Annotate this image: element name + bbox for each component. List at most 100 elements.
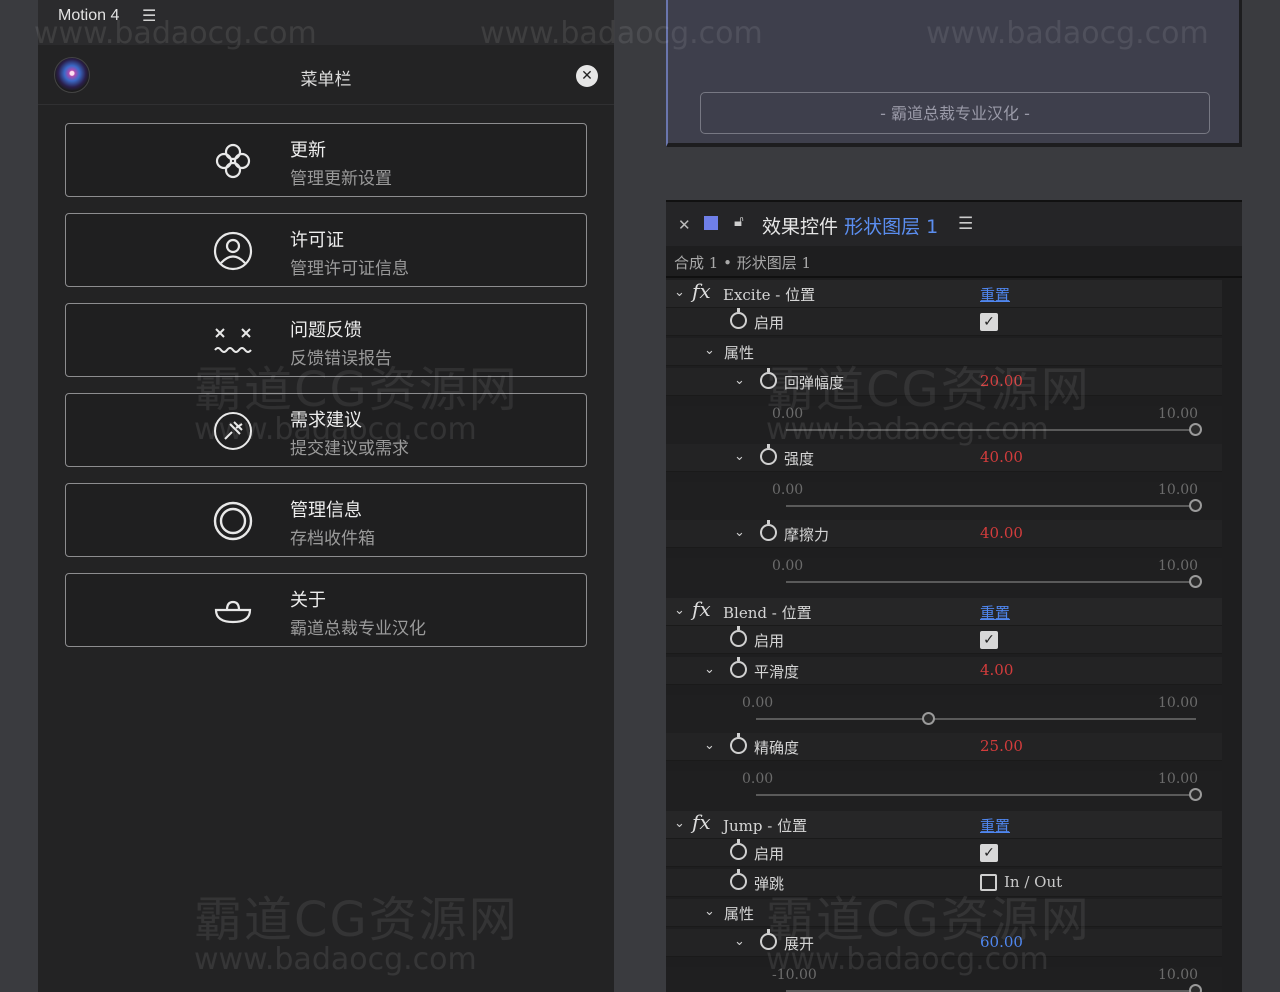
effect-jump[interactable]: ⌄ fx Jump - 位置 重置 bbox=[666, 810, 1222, 839]
enable-checkbox[interactable]: ✓ bbox=[980, 313, 998, 331]
slider-handle[interactable] bbox=[1189, 984, 1202, 992]
stopwatch-icon[interactable] bbox=[760, 520, 777, 541]
hamburger-menu-icon[interactable]: ☰ bbox=[958, 214, 973, 234]
property-value[interactable]: 4.00 bbox=[980, 661, 1013, 679]
chevron-down-icon[interactable]: ⌄ bbox=[734, 449, 745, 464]
menu-item-title: 问题反馈 bbox=[290, 320, 362, 341]
layer-color-icon bbox=[704, 216, 718, 230]
chevron-down-icon[interactable]: ⌄ bbox=[674, 816, 685, 831]
slider-min: 0.00 bbox=[742, 695, 774, 711]
watermark-text: 霸道CG资源网 bbox=[194, 892, 519, 948]
menu-item-subtitle: 霸道总裁专业汉化 bbox=[290, 619, 426, 639]
chevron-down-icon[interactable]: ⌄ bbox=[734, 373, 745, 388]
slider-min: 0.00 bbox=[772, 558, 804, 574]
menu-item-about[interactable]: 关于 霸道总裁专业汉化 bbox=[65, 573, 587, 647]
chevron-down-icon[interactable]: ⌄ bbox=[704, 904, 715, 919]
slider-track[interactable] bbox=[756, 794, 1196, 796]
chevron-down-icon[interactable]: ⌄ bbox=[734, 934, 745, 949]
fx-icon: fx bbox=[692, 279, 711, 303]
property-precision: ⌄ 精确度 25.00 bbox=[666, 733, 1222, 761]
stopwatch-icon[interactable] bbox=[730, 733, 747, 754]
slider-max: 10.00 bbox=[1158, 967, 1199, 983]
watermark-url: www.badaocg.com bbox=[194, 942, 477, 977]
chevron-down-icon[interactable]: ⌄ bbox=[674, 285, 685, 300]
property-label: 启用 bbox=[754, 632, 785, 650]
stopwatch-icon[interactable] bbox=[730, 869, 747, 890]
chevron-down-icon[interactable]: ⌄ bbox=[704, 738, 715, 753]
slider-handle[interactable] bbox=[922, 712, 935, 725]
chevron-down-icon[interactable]: ⌄ bbox=[704, 343, 715, 358]
chevron-down-icon[interactable]: ⌄ bbox=[734, 525, 745, 540]
effect-name: Jump - 位置 bbox=[723, 817, 808, 835]
property-label: 启用 bbox=[754, 314, 785, 332]
precision-slider[interactable]: 0.00 10.00 bbox=[666, 771, 1222, 815]
menu-item-title: 管理信息 bbox=[290, 500, 362, 521]
property-label: 摩擦力 bbox=[784, 526, 830, 544]
friction-slider[interactable]: 0.00 10.00 bbox=[666, 558, 1222, 602]
slider-handle[interactable] bbox=[1189, 575, 1202, 588]
stopwatch-icon[interactable] bbox=[730, 657, 747, 678]
motion-menu-panel: Motion 4 ☰ 菜单栏 ✕ 更新 管理更新设置 许可证 管理许可证信息 问… bbox=[38, 0, 614, 992]
menu-item-license[interactable]: 许可证 管理许可证信息 bbox=[65, 213, 587, 287]
user-icon bbox=[213, 231, 253, 271]
lock-icon[interactable]: 🔓︎ bbox=[734, 212, 744, 230]
slider-handle[interactable] bbox=[1189, 499, 1202, 512]
watermark-url: www.badaocg.com bbox=[34, 16, 317, 51]
slider-max: 10.00 bbox=[1158, 771, 1199, 787]
menu-item-update[interactable]: 更新 管理更新设置 bbox=[65, 123, 587, 197]
slider-min: 0.00 bbox=[772, 482, 804, 498]
menu-item-title: 许可证 bbox=[290, 230, 344, 251]
reset-link[interactable]: 重置 bbox=[980, 815, 1010, 836]
flower-icon bbox=[215, 143, 251, 179]
watermark-text: 霸道CG资源网 bbox=[194, 362, 519, 418]
property-enable: 启用 ✓ bbox=[666, 839, 1222, 867]
stopwatch-icon[interactable] bbox=[730, 839, 747, 860]
layer-name[interactable]: 形状图层 1 bbox=[844, 216, 938, 238]
property-friction: ⌄ 摩擦力 40.00 bbox=[666, 520, 1222, 548]
close-icon[interactable]: ✕ bbox=[576, 65, 598, 87]
property-label: 平滑度 bbox=[754, 663, 800, 681]
close-tab-icon[interactable]: ✕ bbox=[678, 216, 691, 234]
property-label: 启用 bbox=[754, 845, 785, 863]
enable-checkbox[interactable]: ✓ bbox=[980, 844, 998, 862]
property-label: 强度 bbox=[784, 450, 815, 468]
menu-item-subtitle: 管理更新设置 bbox=[290, 169, 392, 189]
menu-item-manage[interactable]: 管理信息 存档收件箱 bbox=[65, 483, 587, 557]
effect-blend[interactable]: ⌄ fx Blend - 位置 重置 bbox=[666, 597, 1222, 626]
stopwatch-icon[interactable] bbox=[730, 626, 747, 647]
bowl-icon bbox=[214, 600, 252, 624]
chevron-down-icon[interactable]: ⌄ bbox=[704, 662, 715, 677]
menu-header: 菜单栏 ✕ bbox=[38, 45, 614, 105]
property-value[interactable]: 40.00 bbox=[980, 448, 1023, 466]
slider-max: 10.00 bbox=[1158, 695, 1199, 711]
property-label: 属性 bbox=[724, 905, 755, 923]
effect-excite[interactable]: ⌄ fx Excite - 位置 重置 bbox=[666, 279, 1222, 308]
slider-min: 0.00 bbox=[742, 771, 774, 787]
stopwatch-icon[interactable] bbox=[730, 308, 747, 329]
menu-title: 菜单栏 bbox=[300, 70, 352, 90]
reset-link[interactable]: 重置 bbox=[980, 602, 1010, 623]
slider-track[interactable] bbox=[756, 718, 1196, 720]
property-strength: ⌄ 强度 40.00 bbox=[666, 444, 1222, 472]
effect-controls-panel: ✕ 🔓︎ 效果控件 形状图层 1 ☰ 合成 1 • 形状图层 1 ⌄ fx Ex… bbox=[666, 200, 1242, 992]
slider-handle[interactable] bbox=[1189, 423, 1202, 436]
fx-icon: fx bbox=[692, 810, 711, 834]
reset-link[interactable]: 重置 bbox=[980, 284, 1010, 305]
watermark-url: www.badaocg.com bbox=[194, 412, 477, 447]
property-label: 属性 bbox=[724, 344, 755, 362]
chevron-down-icon[interactable]: ⌄ bbox=[674, 603, 685, 618]
stopwatch-icon[interactable] bbox=[760, 444, 777, 465]
menu-item-title: 关于 bbox=[290, 590, 326, 611]
effect-controls-tab: ✕ 🔓︎ 效果控件 形状图层 1 ☰ bbox=[666, 202, 1242, 246]
credit-banner: - 霸道总裁专业汉化 - bbox=[700, 92, 1210, 134]
slider-track[interactable] bbox=[786, 581, 1196, 583]
watermark-url: www.badaocg.com bbox=[480, 16, 763, 51]
effect-name: Blend - 位置 bbox=[723, 604, 812, 622]
property-value[interactable]: 25.00 bbox=[980, 737, 1023, 755]
watermark-text: 霸道CG资源网 bbox=[766, 362, 1091, 418]
enable-checkbox[interactable]: ✓ bbox=[980, 631, 998, 649]
slider-handle[interactable] bbox=[1189, 788, 1202, 801]
watermark-url: www.badaocg.com bbox=[926, 16, 1209, 51]
property-value[interactable]: 40.00 bbox=[980, 524, 1023, 542]
slider-track[interactable] bbox=[786, 505, 1196, 507]
